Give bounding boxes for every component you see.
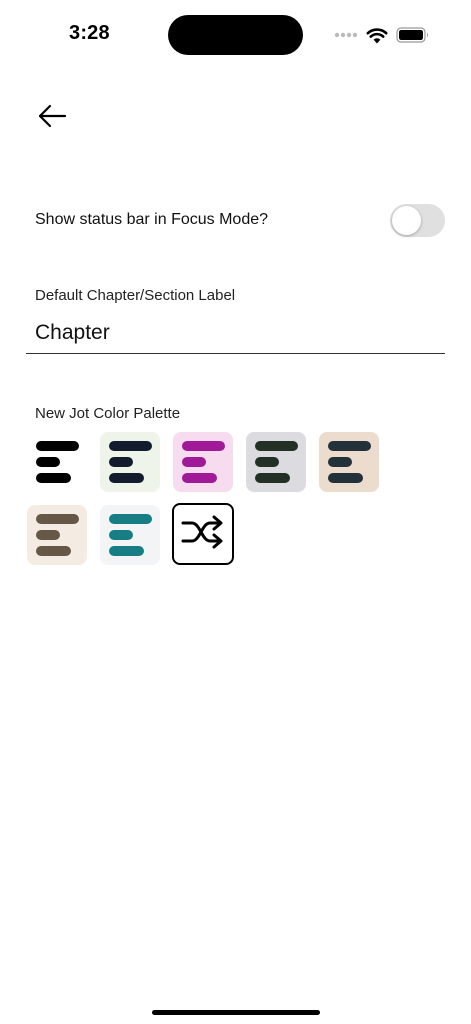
swatch-bar	[109, 441, 152, 451]
chapter-label-title: Default Chapter/Section Label	[35, 287, 236, 304]
shuffle-icon	[180, 515, 226, 554]
swatch-bar	[36, 457, 60, 467]
back-button[interactable]	[32, 100, 72, 136]
swatch-bar	[255, 441, 298, 451]
palette-label: New Jot Color Palette	[35, 405, 181, 422]
swatch-bar	[36, 514, 79, 524]
swatch-bar	[109, 473, 144, 483]
palette-swatch-teal[interactable]	[100, 505, 160, 565]
palette-swatch-magenta[interactable]	[173, 432, 233, 492]
palette-swatch-dark-green[interactable]	[246, 432, 306, 492]
swatch-bar	[36, 546, 71, 556]
arrow-left-icon	[37, 104, 67, 133]
shuffle-palette-button[interactable]	[172, 503, 234, 565]
palette-swatch-navy[interactable]	[100, 432, 160, 492]
swatch-bar	[36, 530, 60, 540]
swatch-bar	[328, 441, 371, 451]
swatch-bar	[328, 473, 363, 483]
swatch-bar	[255, 457, 279, 467]
swatch-bar	[109, 546, 144, 556]
toggle-knob	[392, 206, 421, 235]
swatch-bar	[109, 530, 133, 540]
wifi-icon	[366, 27, 388, 44]
swatch-bar	[182, 441, 225, 451]
home-indicator	[152, 1010, 320, 1015]
focus-status-bar-label: Show status bar in Focus Mode?	[35, 211, 269, 228]
battery-icon	[396, 27, 430, 43]
palette-swatch-slate[interactable]	[319, 432, 379, 492]
palette-swatch-brown[interactable]	[27, 505, 87, 565]
focus-status-bar-toggle[interactable]	[390, 204, 445, 237]
swatch-bar	[255, 473, 290, 483]
status-bar-time: 3:28	[69, 22, 110, 44]
dynamic-island	[168, 15, 303, 55]
swatch-bar	[109, 514, 152, 524]
swatch-bar	[36, 441, 79, 451]
swatch-bar	[182, 473, 217, 483]
swatch-bar	[328, 457, 352, 467]
swatch-bar	[109, 457, 133, 467]
swatch-bar	[36, 473, 71, 483]
swatch-bar	[182, 457, 206, 467]
palette-swatch-black[interactable]	[27, 432, 87, 492]
signal-icon	[334, 32, 358, 38]
chapter-label-input[interactable]	[26, 313, 445, 354]
status-bar-icons	[334, 24, 430, 46]
